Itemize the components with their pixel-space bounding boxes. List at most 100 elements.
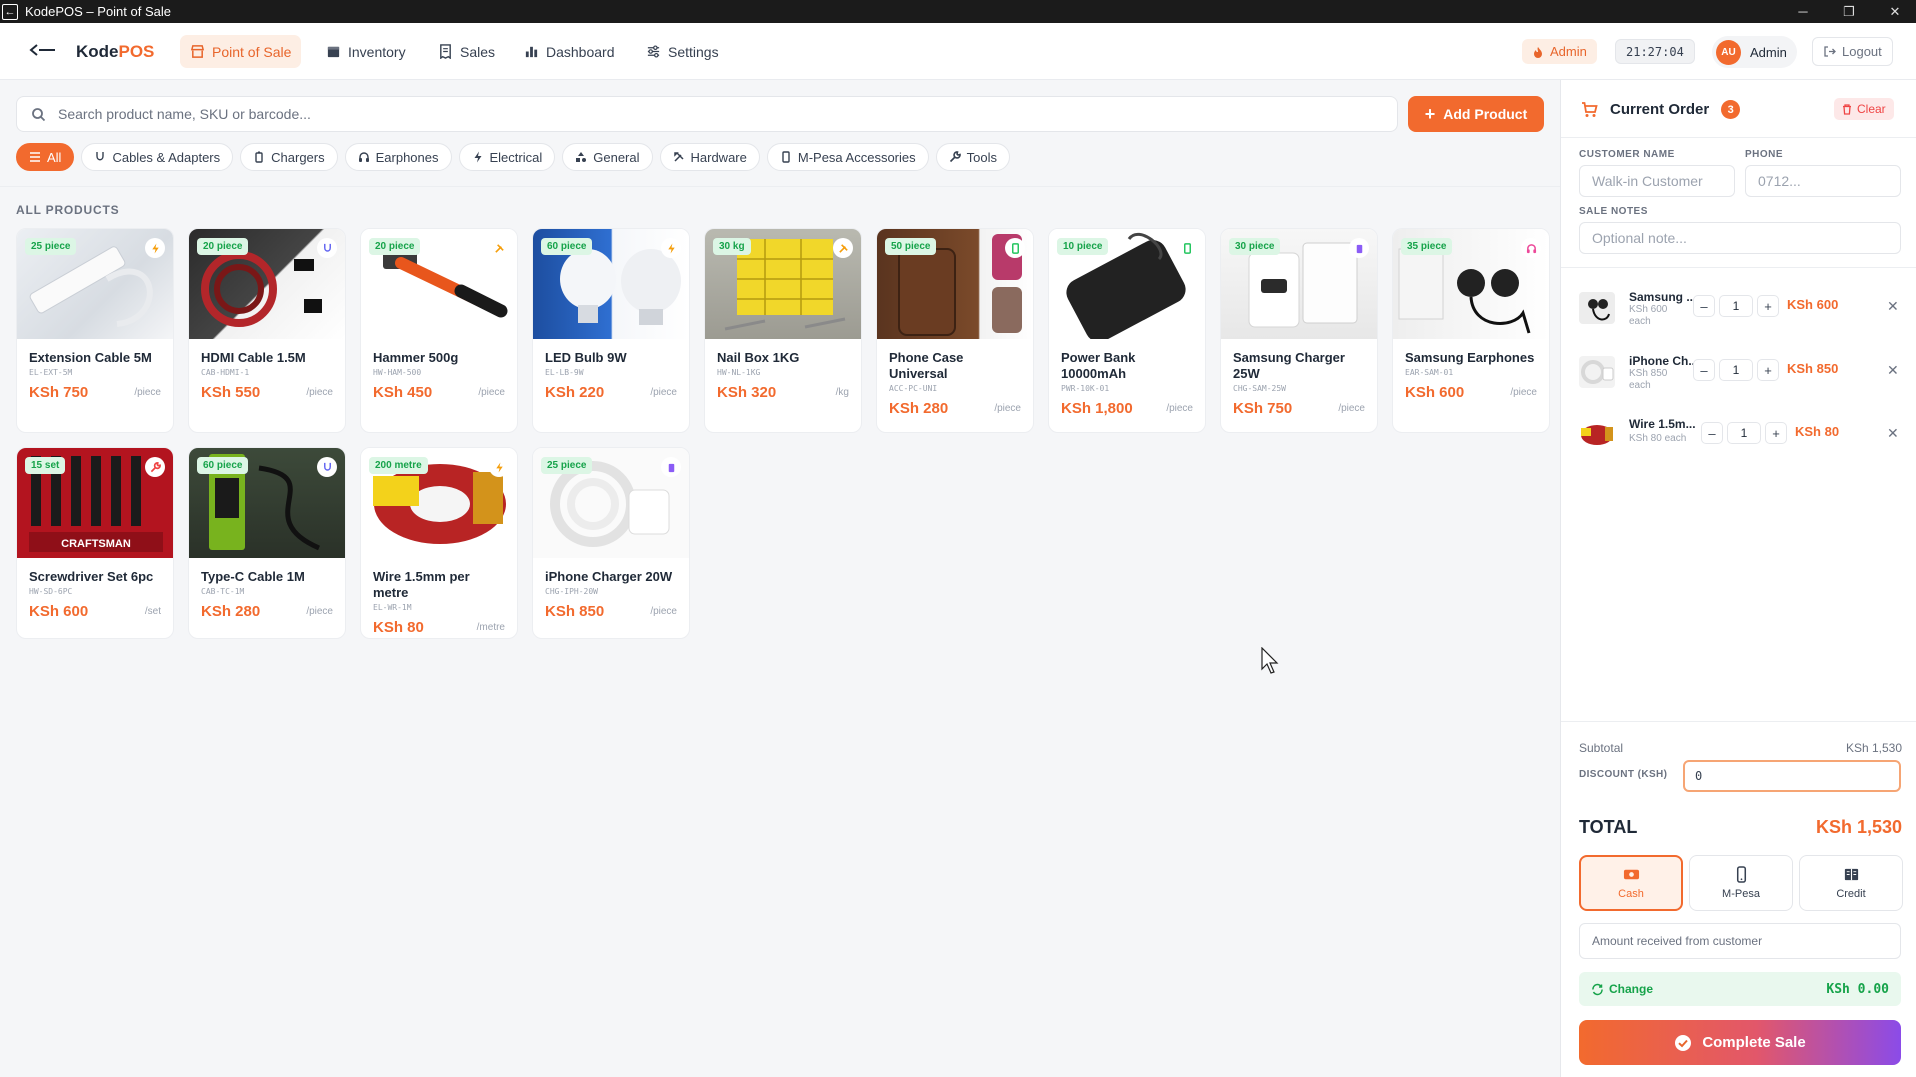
product-card[interactable]: 35 piece Samsung Earphones EAR-SAM-01 KS… (1392, 228, 1550, 433)
decrease-qty-button[interactable]: – (1693, 295, 1715, 317)
decrease-qty-button[interactable]: – (1693, 359, 1715, 381)
order-panel: Current Order 3 Clear CUSTOMER NAME PHON… (1560, 80, 1916, 1077)
category-tools[interactable]: Tools (935, 143, 1010, 171)
product-card[interactable]: 30 kg Nail Box 1KG HW-NL-1KG KSh 320/kg (704, 228, 862, 433)
category-m-pesa-accessories[interactable]: M-Pesa Accessories (766, 143, 929, 171)
tab-settings[interactable]: Settings (636, 35, 729, 68)
quantity-value[interactable]: 1 (1719, 295, 1753, 317)
order-title-text: Current Order (1610, 101, 1710, 118)
sale-notes-input[interactable] (1579, 222, 1901, 254)
product-card[interactable]: 25 piece iPhone Charger 20W CHG-IPH-20W … (532, 447, 690, 639)
product-sku: HW-SD-6PC (29, 587, 73, 596)
discount-input[interactable]: 0 (1683, 760, 1901, 792)
refresh-icon (1592, 983, 1603, 995)
product-image: 35 piece (1393, 229, 1549, 339)
order-item-name: Wire 1.5m... (1629, 417, 1696, 431)
user-menu[interactable]: AU Admin (1712, 36, 1797, 68)
category-earphones[interactable]: Earphones (344, 143, 452, 171)
product-card[interactable]: 200 metre Wire 1.5mm per metre EL-WR-1M … (360, 447, 518, 639)
category-all[interactable]: All (16, 143, 75, 171)
remove-item-icon[interactable]: ✕ (1887, 362, 1899, 379)
search-icon (32, 107, 46, 121)
tab-point-of-sale[interactable]: Point of Sale (180, 35, 302, 68)
product-name: LED Bulb 9W (545, 350, 627, 365)
product-image: 25 piece (17, 229, 173, 339)
quantity-value[interactable]: 1 (1727, 422, 1761, 444)
order-line: Samsung ... KSh 600 each – 1 + KSh 600 ✕ (1579, 286, 1899, 332)
product-sku: CAB-HDMI-1 (201, 368, 250, 377)
bar-chart-icon (525, 46, 538, 58)
product-unit: /set (144, 606, 161, 617)
change-label: Change (1591, 982, 1653, 996)
payment-mpesa-button[interactable]: M-Pesa (1689, 855, 1793, 911)
headphones-icon (1521, 238, 1541, 258)
product-card[interactable]: 20 piece Hammer 500g HW-HAM-500 KSh 450 /… (360, 228, 518, 433)
bolt-icon (474, 151, 481, 163)
order-item-unit-price: KSh 600 each (1629, 304, 1685, 328)
increase-qty-button[interactable]: + (1757, 295, 1779, 317)
product-name: Nail Box 1KG (717, 350, 800, 365)
logout-icon (1824, 46, 1836, 57)
product-unit: /piece (478, 387, 505, 398)
stock-badge: 25 piece (25, 238, 77, 255)
product-card[interactable]: 30 piece Samsung Charger 25W CHG-SAM-25W… (1220, 228, 1378, 433)
payment-credit-button[interactable]: Credit (1799, 855, 1903, 911)
product-price: KSh 850 (545, 603, 605, 620)
mouse-cursor-icon (1261, 647, 1279, 674)
tab-sales[interactable]: Sales (428, 35, 505, 68)
amount-received-input[interactable]: Amount received from customer (1579, 923, 1901, 959)
stock-badge: 20 piece (369, 238, 421, 255)
product-card[interactable]: 20 piece HDMI Cable 1.5M CAB-HDMI-1 KSh … (188, 228, 346, 433)
product-card[interactable]: 25 piece Extension Cable 5M EL-EXT-5M KS… (16, 228, 174, 433)
product-card[interactable]: 60 piece LED Bulb 9W EL-LB-9W KSh 220/pi… (532, 228, 690, 433)
remove-item-icon[interactable]: ✕ (1887, 298, 1899, 315)
category-general[interactable]: General (562, 143, 653, 171)
close-window-icon[interactable]: ✕ (1872, 0, 1916, 23)
search-input[interactable] (58, 106, 1358, 122)
product-card[interactable]: 50 piece Phone Case Universal ACC-PC-UNI… (876, 228, 1034, 433)
search-bar[interactable] (16, 96, 1398, 132)
clock: 21:27:04 (1615, 39, 1695, 64)
brand-text: Kode (76, 42, 119, 61)
maximize-icon[interactable]: ❐ (1826, 0, 1872, 23)
product-price: KSh 750 (1233, 400, 1293, 417)
order-item-total: KSh 80 (1795, 424, 1840, 439)
product-name: Type-C Cable 1M (201, 569, 305, 584)
logout-button[interactable]: Logout (1812, 37, 1893, 66)
minimize-icon[interactable]: ─ (1780, 0, 1826, 23)
product-unit: /piece (650, 606, 677, 617)
product-unit: /piece (134, 387, 161, 398)
section-title: ALL PRODUCTS (16, 203, 120, 217)
product-name: Samsung Charger 25W (1233, 350, 1345, 381)
decrease-qty-button[interactable]: – (1701, 422, 1723, 444)
svg-text:CRAFTSMAN: CRAFTSMAN (61, 538, 131, 550)
tab-dashboard[interactable]: Dashboard (514, 35, 625, 68)
increase-qty-button[interactable]: + (1757, 359, 1779, 381)
phone-input[interactable] (1745, 165, 1901, 197)
stock-badge: 50 piece (885, 238, 937, 255)
product-card[interactable]: 10 piece Power Bank 10000mAh PWR-10K-01 … (1048, 228, 1206, 433)
quantity-value[interactable]: 1 (1719, 359, 1753, 381)
category-label: Earphones (375, 149, 439, 165)
payment-cash-button[interactable]: Cash (1579, 855, 1683, 911)
stock-badge: 10 piece (1057, 238, 1109, 255)
add-product-button[interactable]: + Add Product (1408, 96, 1544, 132)
unit-price-suffix: each (1629, 316, 1651, 327)
stock-badge: 15 set (25, 457, 66, 474)
category-chargers[interactable]: Chargers (240, 143, 338, 171)
unit-price-suffix: each (1629, 380, 1651, 391)
product-sku: HW-NL-1KG (717, 368, 761, 377)
product-card[interactable]: 60 piece Type-C Cable 1M CAB-TC-1M KSh 2… (188, 447, 346, 639)
category-electrical[interactable]: Electrical (458, 143, 556, 171)
payment-label: Cash (1618, 888, 1644, 900)
clear-order-button[interactable]: Clear (1834, 98, 1894, 120)
category-cables-adapters[interactable]: Cables & Adapters (81, 143, 234, 171)
increase-qty-button[interactable]: + (1765, 422, 1787, 444)
category-hardware[interactable]: Hardware (659, 143, 760, 171)
app-back-icon[interactable]: ← (2, 3, 18, 20)
complete-sale-button[interactable]: Complete Sale (1579, 1020, 1901, 1065)
customer-name-input[interactable] (1579, 165, 1735, 197)
remove-item-icon[interactable]: ✕ (1887, 425, 1899, 442)
tab-inventory[interactable]: Inventory (316, 35, 416, 68)
product-card[interactable]: CRAFTSMAN 15 set Screwdriver Set 6pc HW-… (16, 447, 174, 639)
